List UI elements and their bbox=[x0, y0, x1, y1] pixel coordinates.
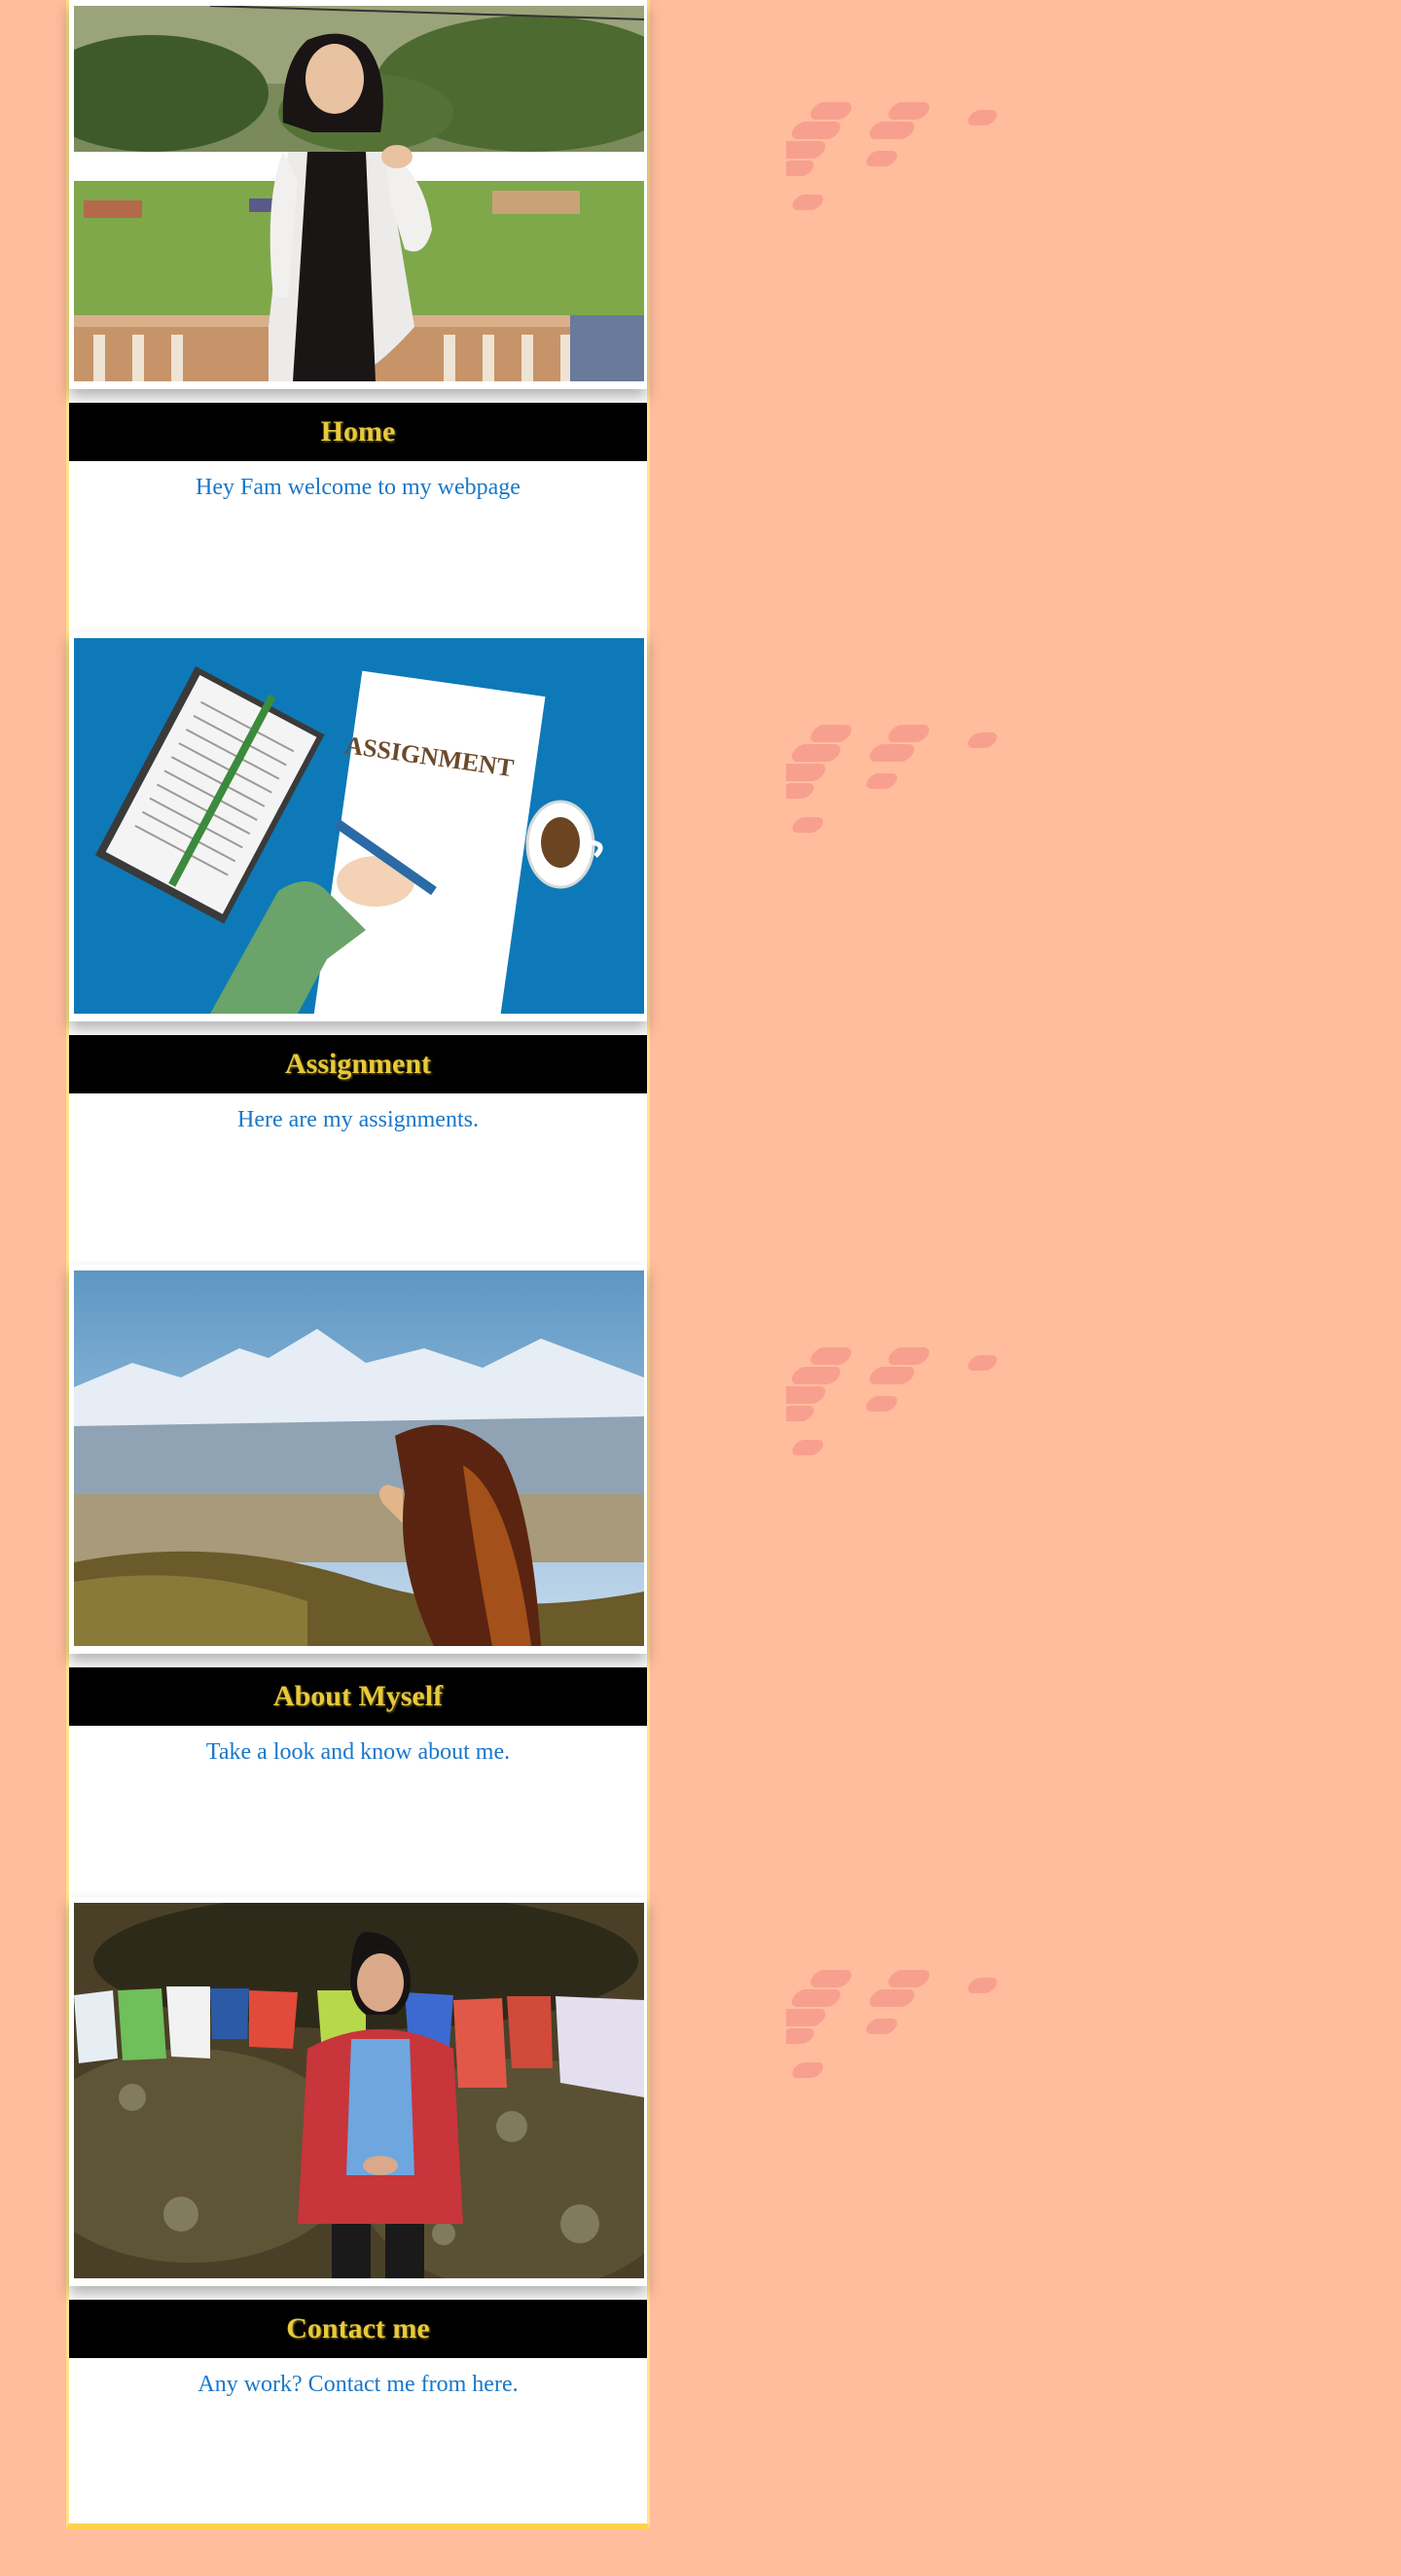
card-about-image-frame bbox=[69, 1265, 647, 1654]
card-title[interactable]: About Myself bbox=[69, 1667, 647, 1726]
assignment-illustration: ASSIGNMENT bbox=[74, 638, 644, 1014]
card-contact-image-frame bbox=[69, 1897, 647, 2286]
card-assignment[interactable]: ASSIGNMENT Assignment Here are my assign… bbox=[66, 632, 650, 1265]
card-home-image-frame bbox=[69, 0, 647, 389]
about-photo bbox=[74, 1270, 644, 1646]
card-title[interactable]: Home bbox=[69, 403, 647, 461]
card-caption: Hey Fam welcome to my webpage bbox=[196, 475, 521, 500]
contact-photo bbox=[74, 1903, 644, 2278]
card-assignment-image-frame: ASSIGNMENT bbox=[69, 632, 647, 1021]
decorative-pattern bbox=[786, 102, 997, 210]
card-contact-me[interactable]: Contact me Any work? Contact me from her… bbox=[66, 1897, 650, 2529]
decorative-pattern bbox=[786, 1970, 997, 2078]
card-title[interactable]: Contact me bbox=[69, 2300, 647, 2358]
home-photo bbox=[74, 6, 644, 381]
decorative-pattern bbox=[786, 1347, 997, 1455]
decorative-pattern bbox=[786, 725, 997, 833]
card-home[interactable]: Home Hey Fam welcome to my webpage bbox=[66, 0, 650, 632]
cards-column: Home Hey Fam welcome to my webpage ASSIG… bbox=[66, 0, 650, 2529]
card-caption: Take a look and know about me. bbox=[205, 1739, 511, 1765]
card-about-myself[interactable]: About Myself Take a look and know about … bbox=[66, 1265, 650, 1897]
card-caption: Here are my assignments. bbox=[237, 1107, 479, 1132]
card-caption: Any work? Contact me from here. bbox=[198, 2372, 519, 2397]
card-title[interactable]: Assignment bbox=[69, 1035, 647, 1093]
